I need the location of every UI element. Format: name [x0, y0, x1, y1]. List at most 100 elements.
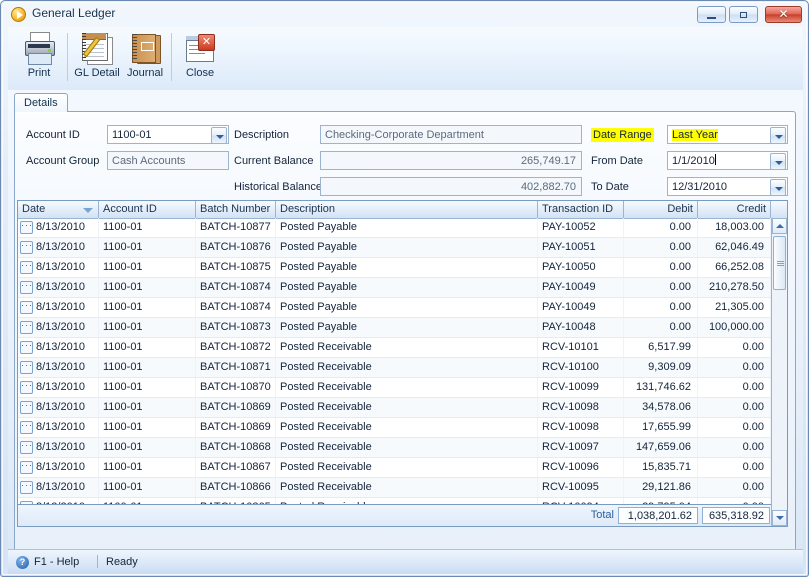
cell-transaction_id: PAY-10050: [538, 258, 624, 277]
cell-account_id: 1100-01: [99, 418, 196, 437]
cell-transaction_id: RCV-10096: [538, 458, 624, 477]
grid-vertical-scrollbar[interactable]: [771, 218, 787, 526]
total-debit: 1,038,201.62: [618, 507, 698, 524]
cell-batch_number: BATCH-10869: [196, 418, 276, 437]
cell-transaction_id: PAY-10049: [538, 298, 624, 317]
current-balance-label: Current Balance: [234, 155, 314, 167]
cell-account_id: 1100-01: [99, 278, 196, 297]
chevron-down-icon[interactable]: [211, 127, 227, 143]
grid-header-transaction_id[interactable]: Transaction ID: [538, 201, 624, 218]
chevron-down-icon[interactable]: [770, 127, 786, 143]
cell-transaction_id: RCV-10101: [538, 338, 624, 357]
cell-account_id: 1100-01: [99, 338, 196, 357]
minimize-button[interactable]: [697, 6, 726, 23]
table-row[interactable]: ··· 8/13/2010 1100-01 BATCH-10873 Posted Pay…: [18, 318, 771, 338]
grid-header-label-debit: Debit: [667, 203, 693, 215]
cell-debit: 0.00: [624, 278, 698, 297]
table-row[interactable]: ··· 8/13/2010 1100-01 BATCH-10877 Posted Pay…: [18, 218, 771, 238]
to-date-input[interactable]: 12/31/2010: [667, 177, 788, 196]
scrollbar-thumb[interactable]: [773, 236, 786, 290]
grid-header-label-transaction_id: Transaction ID: [542, 203, 614, 215]
account-id-value: 1100-01: [112, 129, 152, 141]
chevron-down-icon[interactable]: [770, 179, 786, 195]
toolbar: Print GL Detail Journal ✕ Close: [8, 27, 803, 91]
cell-account_id: 1100-01: [99, 358, 196, 377]
cell-debit: 9,309.09: [624, 358, 698, 377]
help-icon[interactable]: ?: [16, 556, 29, 569]
cell-credit: 0.00: [698, 458, 771, 477]
cell-account_id: 1100-01: [99, 438, 196, 457]
total-label: Total: [590, 509, 614, 521]
status-text: Ready: [106, 556, 138, 568]
close-button[interactable]: ✕: [765, 6, 802, 23]
grid-header-account_id[interactable]: Account ID: [99, 201, 196, 218]
cell-batch_number: BATCH-10870: [196, 378, 276, 397]
scroll-down-button[interactable]: [772, 510, 787, 526]
from-date-input[interactable]: 1/1/2010: [667, 151, 788, 170]
status-bar: ? F1 - Help Ready: [8, 549, 803, 574]
table-row[interactable]: ··· 8/13/2010 1100-01 BATCH-10869 Posted Rec…: [18, 398, 771, 418]
account-group-field: Cash Accounts: [107, 151, 229, 170]
cell-transaction_id: RCV-10100: [538, 358, 624, 377]
table-row[interactable]: ··· 8/13/2010 1100-01 BATCH-10867 Posted Rec…: [18, 458, 771, 478]
tab-details[interactable]: Details: [14, 93, 68, 112]
cell-transaction_id: RCV-10098: [538, 398, 624, 417]
table-row[interactable]: ··· 8/13/2010 1100-01 BATCH-10866 Posted Rec…: [18, 478, 771, 498]
from-date-label: From Date: [591, 155, 643, 167]
grid-header-batch_number[interactable]: Batch Number: [196, 201, 276, 218]
print-button[interactable]: Print: [13, 30, 65, 87]
status-separator: [97, 555, 98, 568]
current-balance-field: 265,749.17: [320, 151, 582, 170]
cell-description: Posted Payable: [276, 278, 538, 297]
cell-credit: 21,305.00: [698, 298, 771, 317]
table-row[interactable]: ··· 8/13/2010 1100-01 BATCH-10874 Posted Pay…: [18, 278, 771, 298]
close-toolbar-button[interactable]: ✕ Close: [174, 30, 226, 87]
cell-account_id: 1100-01: [99, 458, 196, 477]
to-date-value: 12/31/2010: [672, 181, 728, 193]
table-row[interactable]: ··· 8/13/2010 1100-01 BATCH-10874 Posted Pay…: [18, 298, 771, 318]
cell-credit: 100,000.00: [698, 318, 771, 337]
table-row[interactable]: ··· 8/13/2010 1100-01 BATCH-10871 Posted Rec…: [18, 358, 771, 378]
table-row[interactable]: ··· 8/13/2010 1100-01 BATCH-10872 Posted Rec…: [18, 338, 771, 358]
date-range-input[interactable]: Last Year: [667, 125, 788, 144]
grid-header-date[interactable]: Date: [18, 201, 99, 218]
cell-debit: 0.00: [624, 318, 698, 337]
maximize-button[interactable]: [729, 6, 758, 23]
table-row[interactable]: ··· 8/13/2010 1100-01 BATCH-10875 Posted Pay…: [18, 258, 771, 278]
cell-transaction_id: PAY-10049: [538, 278, 624, 297]
table-row[interactable]: ··· 8/13/2010 1100-01 BATCH-10876 Posted Pay…: [18, 238, 771, 258]
grid-header-label-description: Description: [280, 203, 336, 215]
sort-descending-icon: [83, 208, 93, 213]
cell-debit: 15,835.71: [624, 458, 698, 477]
cell-description: Posted Receivable: [276, 398, 538, 417]
grid-header-description[interactable]: Description: [276, 201, 538, 218]
print-button-label: Print: [27, 67, 51, 79]
cell-description: Posted Receivable: [276, 338, 538, 357]
toolbar-separator-2: [171, 33, 172, 81]
scroll-up-button[interactable]: [772, 218, 787, 234]
cell-credit: 62,046.49: [698, 238, 771, 257]
cell-description: Posted Payable: [276, 218, 538, 237]
account-id-input[interactable]: 1100-01: [107, 125, 229, 144]
journal-button[interactable]: Journal: [119, 30, 171, 87]
cell-credit: 18,003.00: [698, 218, 771, 237]
description-field: Checking-Corporate Department: [320, 125, 582, 144]
cell-date: 8/13/2010: [18, 378, 99, 397]
table-row[interactable]: ··· 8/13/2010 1100-01 BATCH-10868 Posted Rec…: [18, 438, 771, 458]
grid-header-debit[interactable]: Debit: [624, 201, 698, 218]
status-help-text[interactable]: F1 - Help: [34, 556, 79, 568]
printer-icon: [23, 32, 55, 65]
date-range-label: Date Range: [591, 128, 654, 142]
cell-debit: 29,121.86: [624, 478, 698, 497]
title-bar: General Ledger ✕: [1, 1, 809, 27]
table-row[interactable]: ··· 8/13/2010 1100-01 BATCH-10869 Posted Rec…: [18, 418, 771, 438]
gl-detail-button[interactable]: GL Detail: [71, 30, 123, 87]
cell-batch_number: BATCH-10866: [196, 478, 276, 497]
to-date-label: To Date: [591, 181, 629, 193]
grid-header-credit[interactable]: Credit: [698, 201, 771, 218]
cell-account_id: 1100-01: [99, 218, 196, 237]
table-row[interactable]: ··· 8/13/2010 1100-01 BATCH-10870 Posted Rec…: [18, 378, 771, 398]
cell-debit: 0.00: [624, 218, 698, 237]
chevron-down-icon[interactable]: [770, 153, 786, 169]
book-icon: [129, 32, 161, 64]
